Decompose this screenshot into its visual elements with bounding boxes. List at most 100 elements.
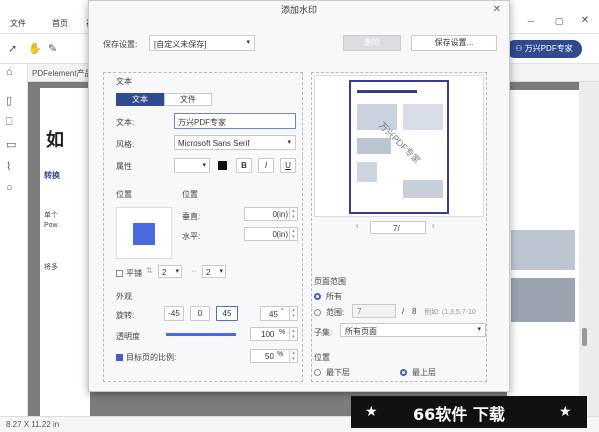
- search-icon[interactable]: ○: [6, 182, 13, 194]
- subset-select[interactable]: 所有页面 ▾: [340, 323, 486, 337]
- font-size-select[interactable]: ▾: [174, 158, 210, 173]
- tab-file[interactable]: 文件: [164, 93, 212, 106]
- doc-image: [511, 278, 575, 322]
- rotate-45-button[interactable]: 45: [216, 306, 238, 321]
- dialog-title: 添加水印: [89, 1, 509, 19]
- doc-line: 单个: [44, 212, 58, 219]
- horizontal-label: 水平:: [182, 232, 201, 241]
- chevron-left-icon[interactable]: ‹: [356, 223, 358, 230]
- save-settings-select[interactable]: [自定义未保存] ▾: [149, 35, 255, 51]
- attachment-icon[interactable]: ⌇: [6, 160, 11, 173]
- spinner-arrows-icon[interactable]: ▴ ▾: [289, 350, 297, 362]
- rotate-unit: °: [281, 308, 284, 315]
- chevron-down-icon: ▾: [246, 39, 250, 46]
- horizontal-unit: (in): [276, 230, 288, 239]
- user-icon: ⚇: [515, 44, 525, 53]
- tab-text[interactable]: 文本: [116, 93, 164, 106]
- bold-button[interactable]: B: [236, 158, 252, 173]
- spinner-arrows-icon[interactable]: ▴ ▾: [289, 228, 297, 240]
- opacity-unit: %: [279, 329, 286, 336]
- tile-rows-select[interactable]: 2 ▾: [158, 265, 182, 278]
- spinner-arrows-icon[interactable]: ▴ ▾: [289, 208, 297, 220]
- tile-cols-icon: ⇔: [190, 266, 198, 275]
- horizontal-spinner[interactable]: 0 (in) ▴ ▾: [244, 227, 298, 241]
- preview-image: [357, 162, 377, 182]
- document-page: 如 转换 单个 Pow 将多: [40, 88, 90, 416]
- rotate-neg45-button[interactable]: -45: [164, 306, 184, 321]
- style-label: 风格:: [116, 140, 135, 149]
- scale-spinner[interactable]: 50 % ▴ ▾: [250, 349, 298, 363]
- range-total: 8: [412, 307, 417, 316]
- page-range-label: 页面范围: [314, 277, 346, 286]
- rotate-value: 45: [269, 310, 278, 319]
- chevron-down-icon: ▾: [175, 268, 179, 275]
- chevron-down-icon: ▾: [219, 268, 223, 275]
- appearance-label: 外观: [116, 292, 132, 301]
- layer-bottom-radio[interactable]: [314, 369, 321, 376]
- italic-button[interactable]: I: [258, 158, 274, 173]
- save-settings-label: 保存设置:: [103, 40, 138, 49]
- underline-button[interactable]: U: [280, 158, 296, 173]
- menu-file[interactable]: 文件: [10, 18, 26, 29]
- doc-line: 转换: [44, 171, 60, 180]
- document-page-right: [507, 90, 579, 416]
- save-settings-button[interactable]: 保存设置...: [411, 35, 497, 51]
- pages-icon[interactable]: ▯: [6, 94, 12, 107]
- scale-unit: %: [277, 351, 284, 358]
- layer-label: 位置: [314, 353, 330, 362]
- comment-icon[interactable]: ▭: [6, 138, 16, 151]
- position-header: 位置: [116, 190, 132, 199]
- font-select[interactable]: Microsoft Sans Serif ▾: [174, 135, 296, 150]
- tile-label: 平铺: [126, 269, 142, 278]
- edit-tool-icon[interactable]: ✎: [48, 42, 57, 55]
- expert-button[interactable]: ⚇ 万兴PDF专家: [506, 40, 582, 58]
- minimize-icon[interactable]: ─: [524, 16, 538, 26]
- layer-top-radio[interactable]: [400, 369, 407, 376]
- preview-page-input[interactable]: 7/: [370, 221, 426, 234]
- close-window-icon[interactable]: ✕: [578, 15, 592, 26]
- opacity-slider[interactable]: [166, 333, 236, 336]
- preview-page-value: 7/: [393, 224, 400, 233]
- maximize-icon[interactable]: ▢: [552, 16, 566, 27]
- home-icon[interactable]: ⌂: [6, 66, 13, 78]
- doc-line: Pow: [44, 222, 58, 229]
- range-all-radio[interactable]: [314, 293, 321, 300]
- scale-checkbox[interactable]: [116, 354, 123, 361]
- rotate-0-button[interactable]: 0: [190, 306, 210, 321]
- hand-tool-icon[interactable]: ✋: [28, 42, 42, 55]
- menu-home[interactable]: 首页: [52, 18, 68, 29]
- delete-button[interactable]: 删除: [343, 35, 401, 51]
- watermark-text-value: 万兴PDF专家: [178, 118, 226, 127]
- tile-checkbox[interactable]: [116, 270, 123, 277]
- rotate-spinner[interactable]: 45 ° ▴ ▾: [260, 306, 298, 321]
- chevron-down-icon: ▾: [287, 139, 291, 146]
- preview-image: [357, 138, 391, 154]
- range-custom-radio[interactable]: [314, 309, 321, 316]
- watermark-text-input[interactable]: 万兴PDF专家: [174, 113, 296, 129]
- chevron-down-icon: ▾: [477, 326, 481, 333]
- position-marker[interactable]: [133, 223, 155, 245]
- tile-cols-select[interactable]: 2 ▾: [202, 265, 226, 278]
- rotate-label: 旋转:: [116, 311, 135, 320]
- color-swatch[interactable]: [218, 161, 227, 170]
- doc-heading: 如: [46, 130, 64, 150]
- range-from-input[interactable]: 7: [352, 304, 396, 318]
- doc-image: [511, 230, 575, 270]
- opacity-spinner[interactable]: 100 % ▴ ▾: [250, 327, 298, 341]
- range-custom-label: 范围:: [326, 308, 345, 317]
- spinner-arrows-icon[interactable]: ▴ ▾: [289, 307, 297, 320]
- chevron-right-icon[interactable]: ›: [432, 223, 434, 230]
- vertical-spinner[interactable]: 0 (in) ▴ ▾: [244, 207, 298, 221]
- vertical-scrollbar[interactable]: [579, 82, 599, 416]
- position-header: 位置: [182, 190, 198, 199]
- position-grid[interactable]: [116, 207, 172, 259]
- vertical-unit: (in): [276, 210, 288, 219]
- star-icon: ★: [559, 403, 572, 419]
- spinner-arrows-icon[interactable]: ▴ ▾: [289, 328, 297, 340]
- tile-rows-value: 2: [162, 268, 167, 277]
- bookmark-icon[interactable]: ⎕: [6, 116, 13, 129]
- select-tool-icon[interactable]: ➚: [8, 42, 17, 55]
- range-from-value: 7: [357, 307, 362, 316]
- scrollbar-thumb[interactable]: [582, 328, 587, 346]
- close-icon[interactable]: ✕: [493, 4, 501, 15]
